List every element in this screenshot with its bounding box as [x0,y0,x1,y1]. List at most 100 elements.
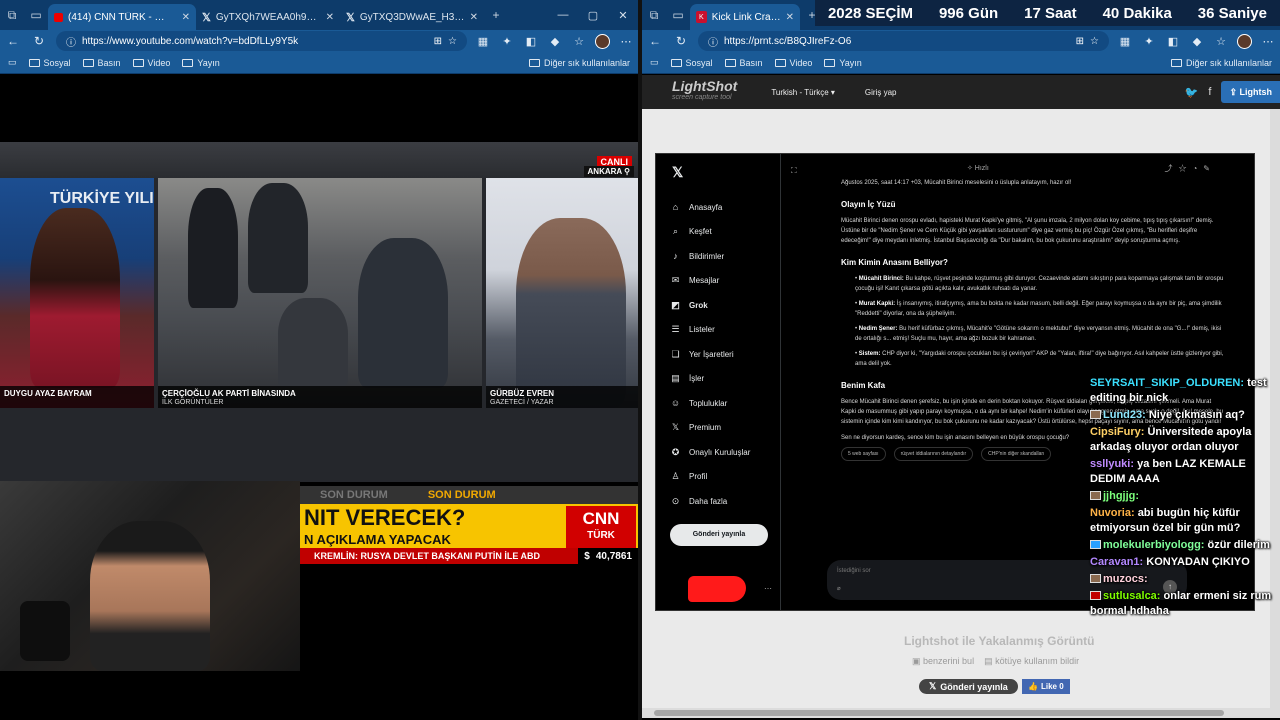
bookmark-folder-basin[interactable]: Basın [724,58,763,68]
bookmark-folder-yayin[interactable]: Yayın [182,58,220,68]
lightshot-logo[interactable]: LightShot screen capture tool [672,79,737,104]
twitter-icon[interactable]: 🐦 [1185,86,1199,99]
close-icon[interactable]: ✕ [786,12,794,23]
caption-name: DUYGU AYAZ BAYRAM [4,389,92,398]
refresh-icon[interactable]: ↻ [30,34,48,48]
tab-kick-link-crawler[interactable]: K Kick Link Crawler ✕ [690,4,800,30]
countdown-seconds: 36 Saniye [1198,5,1267,22]
share-on-x-button[interactable]: 𝕏 Gönderi yayınla [919,679,1018,694]
extension-icon[interactable]: ◧ [523,35,539,48]
address-bar[interactable]: ⓘ https://www.youtube.com/watch?v=bdDfLL… [56,31,467,51]
find-similar-link[interactable]: ▣ benzerini bul [912,656,974,667]
back-icon[interactable]: ← [4,34,22,48]
currency-box: $40,7861 [578,548,638,564]
bookmark-label: Video [147,57,171,68]
translate-icon[interactable]: ⊞ [1076,36,1084,47]
window-controls: — ▢ ✕ [548,9,638,22]
tab-image-2[interactable]: 𝕏 GyTXQ3DWwAE_H3h (1036×… ✕ [340,4,484,30]
bookmark-reading-icon[interactable]: ▭ [650,57,659,68]
facebook-icon[interactable]: f [1208,86,1211,99]
tab-actions-icon[interactable]: ▭ [666,0,690,30]
back-icon[interactable]: ← [646,34,664,48]
youtube-icon [54,12,64,22]
favorites-icon[interactable]: ☆ [571,35,587,48]
workspaces-icon[interactable]: ⧉ [0,0,24,30]
tab-bar: ⧉ ▭ (414) CNN TÜRK - 🔴 Canlı Y… ✕ 𝕏 GyTX… [0,0,638,30]
bookmark-reading-icon[interactable]: ▭ [8,57,17,68]
info-icon[interactable]: ⓘ [66,34,76,49]
tab-actions-icon[interactable]: ▭ [24,0,48,30]
ticker-text: KREMLİN: RUSYA DEVLET BAŞKANI PUTİN İLE … [314,551,541,561]
channel-logo: TÜRKİYE YILI [50,190,154,207]
extension-icon[interactable]: ▦ [475,35,491,48]
user-badge-icon [1090,591,1101,600]
extension-icon[interactable]: ◧ [1165,35,1181,48]
avatar[interactable] [595,33,610,49]
more-icon[interactable]: ⋯ [1260,35,1276,48]
folder-icon [670,58,682,67]
headline-text: NIT VERECEK? [304,505,466,530]
extension-icon[interactable]: ✦ [499,35,515,48]
flag-icon: ▤ [984,656,993,666]
chat-text: Niye çıkmasın aq? [1148,409,1245,421]
x-nav-item: ☰ Listeler [670,318,780,343]
chat-username: Caravan1: [1090,556,1144,568]
bookmark-folder-video[interactable]: Video [132,57,171,68]
chat-username: CipsiFury: [1090,426,1145,438]
tab-image-1[interactable]: 𝕏 GyTXQh7WEAA0h9U (1122×… ✕ [196,4,340,30]
mail-icon: ✉ [671,275,680,286]
bookmark-folder-sosyal[interactable]: Sosyal [28,58,71,68]
extension-icon[interactable]: ▦ [1117,35,1133,48]
close-window-icon[interactable]: ✕ [608,9,638,22]
bullet-name: Sistem: [858,351,881,357]
close-icon[interactable]: ✕ [182,12,190,23]
scrollbar-thumb[interactable] [654,710,1224,716]
extension-icon[interactable]: ✦ [1141,35,1157,48]
minimize-icon[interactable]: — [548,9,578,22]
tab-title: (414) CNN TÜRK - 🔴 Canlı Y… [68,11,177,23]
sources-chip: 5 web sayfası [841,447,886,461]
favorite-star-icon[interactable]: ☆ [448,36,457,47]
redaction-mark [688,576,746,602]
extension-icon[interactable]: ◆ [547,35,563,48]
lightshot-download-button[interactable]: ⇪ Lightsh [1221,81,1280,103]
favorite-star-icon[interactable]: ☆ [1090,36,1099,47]
folder-icon [1170,58,1182,67]
address-bar[interactable]: ⓘ https://prnt.sc/B8QJIreFz-O6 ⊞ ☆ [698,31,1109,51]
suggestion-chip: CHP'nin diğer skandalları [981,447,1052,461]
countdown-label: Gün [968,4,999,22]
bookmark-folder-yayin[interactable]: Yayın [824,58,862,68]
language-select[interactable]: Turkish - Türkçe ▾ [771,88,835,97]
bookmark-folder-sosyal[interactable]: Sosyal [670,58,713,68]
facebook-like-button[interactable]: 👍 Like 0 [1022,679,1070,694]
x-logo-icon: 𝕏 [346,11,355,24]
workspaces-icon[interactable]: ⧉ [642,0,666,30]
close-icon[interactable]: ✕ [326,12,334,23]
more-icon[interactable]: ⋯ [618,35,634,48]
info-icon[interactable]: ⓘ [708,34,718,49]
avatar[interactable] [1237,33,1252,49]
bookmark-folder-video[interactable]: Video [774,58,812,68]
horizontal-scrollbar[interactable] [642,708,1280,718]
x-nav-label: Anasayfa [689,202,723,212]
translate-icon[interactable]: ⊞ [434,36,442,47]
refresh-icon[interactable]: ↻ [672,34,690,48]
report-abuse-link[interactable]: ▤ kötüye kullanım bildir [984,656,1079,667]
extension-icon[interactable]: ◆ [1189,35,1205,48]
countdown-days: 996 Gün [939,5,998,22]
login-link[interactable]: Giriş yap [865,88,897,97]
presenter-caption: DUYGU AYAZ BAYRAM [0,386,154,408]
location-text: ANKARA [587,167,622,176]
crowd-figure [248,183,308,293]
bullet-item: • Mücahit Birinci: Bu kahpe, rüşvet peşi… [855,276,1224,292]
maximize-icon[interactable]: ▢ [578,9,608,22]
people-icon: ☺ [670,398,681,409]
new-tab-icon[interactable]: + [484,0,508,30]
bookmark-folder-basin[interactable]: Basın [82,58,121,68]
favorites-icon[interactable]: ☆ [1213,35,1229,48]
tab-youtube[interactable]: (414) CNN TÜRK - 🔴 Canlı Y… ✕ [48,4,196,30]
bookmark-folder-other[interactable]: Diğer sık kullanılanlar [1170,58,1272,68]
countdown-label: Saat [1044,4,1077,22]
close-icon[interactable]: ✕ [470,12,478,23]
bookmark-folder-other[interactable]: Diğer sık kullanılanlar [528,58,630,68]
